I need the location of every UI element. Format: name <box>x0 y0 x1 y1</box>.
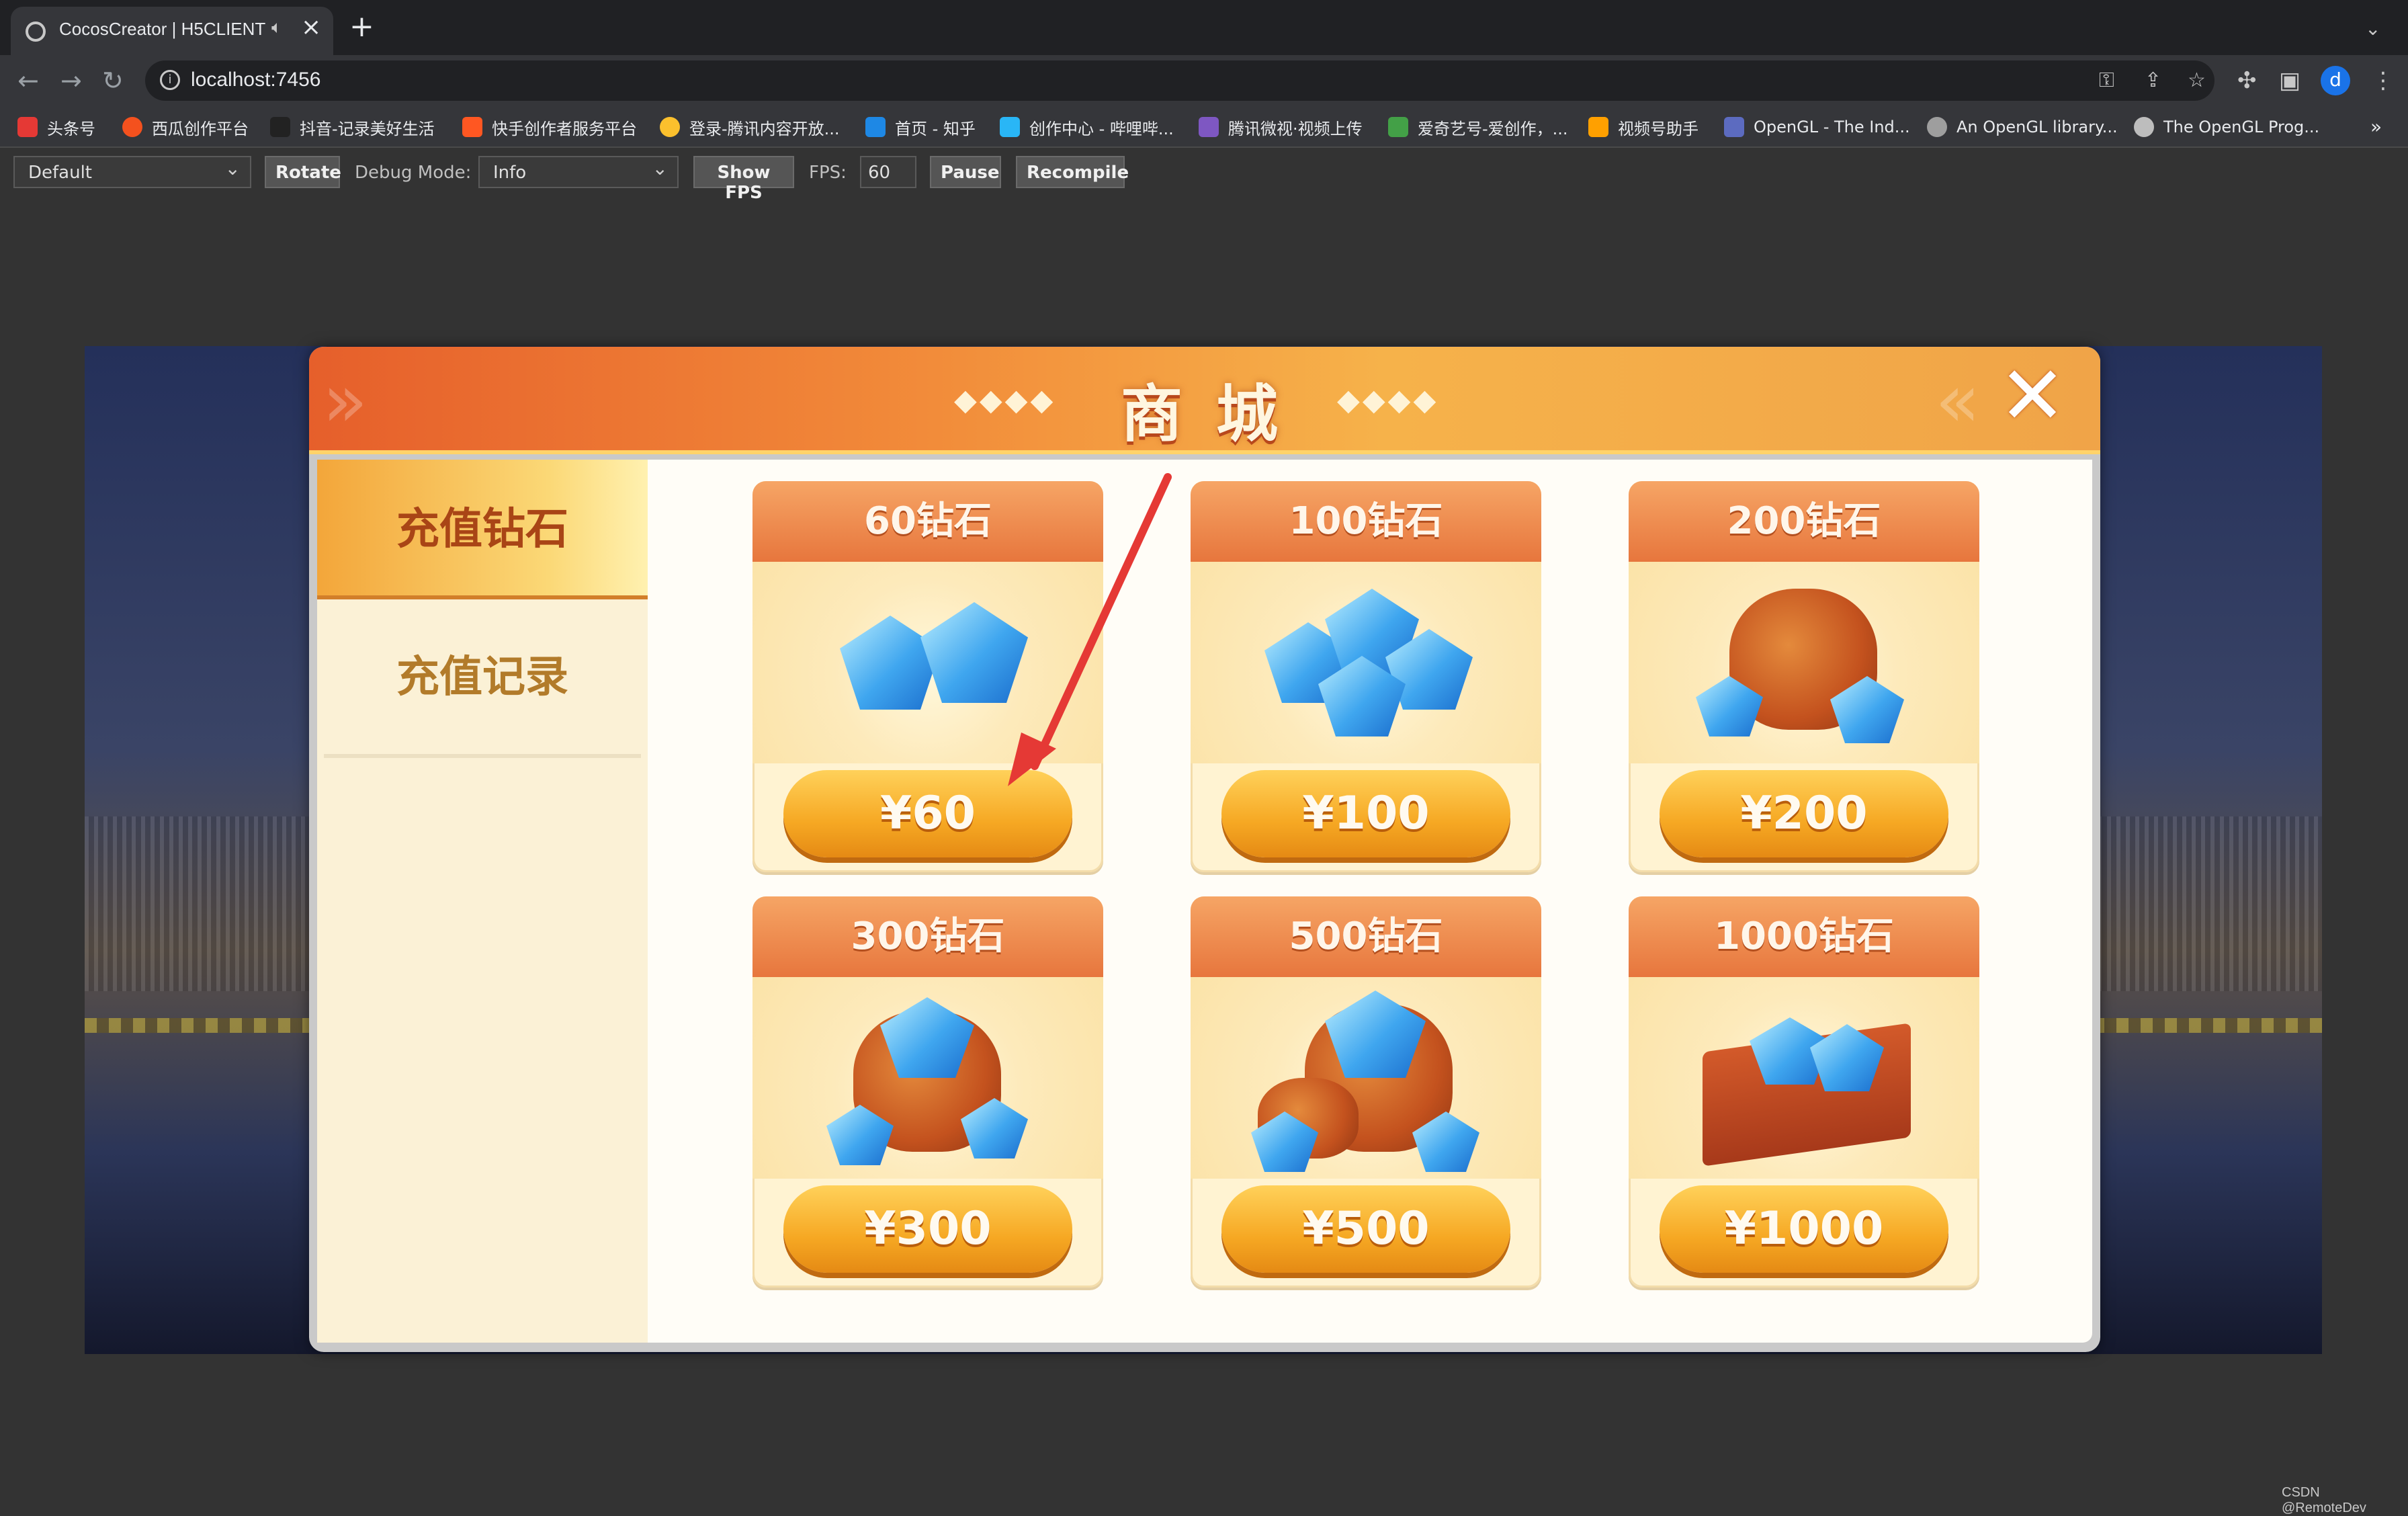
bookmark-item[interactable]: The OpenGL Prog... <box>2134 114 2319 140</box>
item-name: 1000钻石 <box>1629 896 1979 977</box>
bookmark-favicon-icon <box>1588 117 1608 137</box>
bookmark-favicon-icon <box>1927 117 1947 137</box>
item-name: 60钻石 <box>752 481 1103 562</box>
globe-icon <box>2134 117 2154 137</box>
buy-button[interactable]: ¥1000 <box>1660 1185 1948 1273</box>
bookmark-favicon-icon <box>1724 117 1744 137</box>
reload-icon[interactable]: ↻ <box>102 66 124 95</box>
browser-toolbar: ← → ↻ i localhost:7456 ⚿ ⇪ ☆ ✣ ▣ d ⋮ <box>0 55 2408 106</box>
shop-item-card[interactable]: 1000钻石 ¥1000 <box>1629 896 1979 1288</box>
forward-icon[interactable]: → <box>60 66 82 95</box>
close-icon[interactable]: ✕ <box>1995 356 2069 437</box>
title-ornament-right: ◆◆◆◆ <box>1337 383 1439 417</box>
debug-mode-select[interactable]: Info <box>478 156 679 188</box>
debug-mode-label: Debug Mode: <box>355 163 472 183</box>
shop-item-card[interactable]: 100钻石 ¥100 <box>1191 481 1541 872</box>
shop-body: 充值钻石 充值记录 60钻石 ¥60 100钻石 ¥100 200钻石 ¥200… <box>317 460 2092 1343</box>
tab-recharge-history[interactable]: 充值记录 <box>317 607 648 747</box>
extensions-icon[interactable]: ✣ <box>2237 67 2257 94</box>
bookmark-item[interactable]: An OpenGL library... <box>1927 114 2118 140</box>
item-name: 500钻石 <box>1191 896 1541 977</box>
diamond-pile-icon <box>1191 562 1541 763</box>
star-icon[interactable]: ☆ <box>2188 69 2206 92</box>
sidebar-divider <box>324 754 641 758</box>
diamond-gems-icon <box>752 562 1103 763</box>
bookmark-item[interactable]: 快手创作者服务平台 <box>462 114 637 140</box>
cocos-favicon-icon <box>26 22 46 42</box>
bookmark-item[interactable]: OpenGL - The Ind... <box>1724 114 1910 140</box>
profile-avatar[interactable]: d <box>2321 66 2350 95</box>
speaker-icon[interactable]: 🔈︎ <box>271 17 282 38</box>
bookmark-favicon-icon <box>1000 117 1020 137</box>
diamond-bags-icon <box>1191 977 1541 1179</box>
new-tab-icon[interactable]: + <box>349 12 374 42</box>
diamond-bag-icon <box>1629 562 1979 763</box>
side-panel-icon[interactable]: ▣ <box>2279 67 2300 94</box>
buy-button[interactable]: ¥500 <box>1221 1185 1510 1273</box>
bookmark-item[interactable]: 登录-腾讯内容开放... <box>660 114 840 140</box>
bookmark-item[interactable]: 创作中心 - 哔哩哔... <box>1000 114 1174 140</box>
bookmark-favicon-icon <box>17 117 38 137</box>
bookmarks-overflow-icon[interactable]: » <box>2370 116 2382 138</box>
close-tab-icon[interactable]: × <box>301 13 321 41</box>
item-name: 200钻石 <box>1629 481 1979 562</box>
pause-button[interactable]: Pause <box>930 156 1001 188</box>
show-fps-button[interactable]: Show FPS <box>693 156 794 203</box>
shop-header: » « ◆◆◆◆ 商城 ◆◆◆◆ ✕ <box>309 347 2100 454</box>
bookmark-favicon-icon <box>1199 117 1219 137</box>
shop-item-card[interactable]: 500钻石 ¥500 <box>1191 896 1541 1288</box>
bookmark-favicon-icon <box>122 117 142 137</box>
item-name: 100钻石 <box>1191 481 1541 562</box>
watermark: CSDN @RemoteDev <box>2282 1485 2366 1515</box>
bookmark-item[interactable]: 西瓜创作平台 <box>122 114 249 140</box>
info-icon[interactable]: i <box>160 70 180 90</box>
url-text[interactable]: localhost:7456 <box>191 69 320 91</box>
bookmark-item[interactable]: 腾讯微视·视频上传 <box>1199 114 1363 140</box>
bookmark-item[interactable]: 首页 - 知乎 <box>865 114 976 140</box>
fps-input[interactable]: 60 <box>860 156 916 188</box>
bookmark-item[interactable]: 抖音-记录美好生活 <box>270 114 435 140</box>
buy-button[interactable]: ¥300 <box>783 1185 1072 1273</box>
header-chevron-right: « <box>1935 357 1981 444</box>
fps-label: FPS: <box>809 163 847 183</box>
shop-item-card[interactable]: 60钻石 ¥60 <box>752 481 1103 872</box>
buy-button[interactable]: ¥100 <box>1221 770 1510 857</box>
treasure-chest-icon <box>1629 977 1979 1179</box>
kebab-menu-icon[interactable]: ⋮ <box>2372 67 2395 94</box>
tab-title: CocosCreator | H5CLIENT <box>59 19 266 39</box>
shop-sidebar: 充值钻石 充值记录 <box>317 460 648 1343</box>
bookmark-item[interactable]: 视频号助手 <box>1588 114 1698 140</box>
back-icon[interactable]: ← <box>17 66 39 95</box>
bookmark-item[interactable]: 爱奇艺号-爱创作，... <box>1388 114 1568 140</box>
bookmark-favicon-icon <box>1388 117 1408 137</box>
address-bar[interactable]: i localhost:7456 ⚿ ⇪ ☆ <box>145 60 2214 101</box>
bookmark-favicon-icon <box>660 117 680 137</box>
recompile-button[interactable]: Recompile <box>1016 156 1129 188</box>
tab-recharge-diamonds[interactable]: 充值钻石 <box>317 460 648 599</box>
rotate-button[interactable]: Rotate <box>265 156 341 188</box>
buy-button[interactable]: ¥200 <box>1660 770 1948 857</box>
chevron-down-icon[interactable]: ⌄ <box>2365 17 2380 40</box>
browser-tab[interactable]: CocosCreator | H5CLIENT 🔈︎ × <box>11 7 333 55</box>
tab-strip: CocosCreator | H5CLIENT 🔈︎ × + ⌄ <box>0 0 2408 55</box>
item-name: 300钻石 <box>752 896 1103 977</box>
shop-item-card[interactable]: 300钻石 ¥300 <box>752 896 1103 1288</box>
header-chevron-left: » <box>322 357 368 444</box>
bookmark-favicon-icon <box>865 117 886 137</box>
cocos-preview-toolbar: Default Rotate Debug Mode: Info Show FPS… <box>0 148 2408 203</box>
buy-button[interactable]: ¥60 <box>783 770 1072 857</box>
device-select[interactable]: Default <box>13 156 251 188</box>
diamond-bag-icon <box>752 977 1103 1179</box>
shop-panel: » « ◆◆◆◆ 商城 ◆◆◆◆ ✕ 充值钻石 充值记录 60钻石 ¥60 10… <box>309 347 2100 1352</box>
key-icon[interactable]: ⚿ <box>2099 69 2114 92</box>
bookmark-favicon-icon <box>270 117 290 137</box>
shop-title: 商城 <box>1120 378 1312 450</box>
share-icon[interactable]: ⇪ <box>2145 69 2161 92</box>
bookmark-item[interactable]: 头条号 <box>17 114 95 140</box>
shop-item-card[interactable]: 200钻石 ¥200 <box>1629 481 1979 872</box>
title-ornament-left: ◆◆◆◆ <box>954 383 1056 417</box>
bookmark-favicon-icon <box>462 117 482 137</box>
bookmarks-bar: 头条号 西瓜创作平台 抖音-记录美好生活 快手创作者服务平台 登录-腾讯内容开放… <box>0 106 2408 148</box>
